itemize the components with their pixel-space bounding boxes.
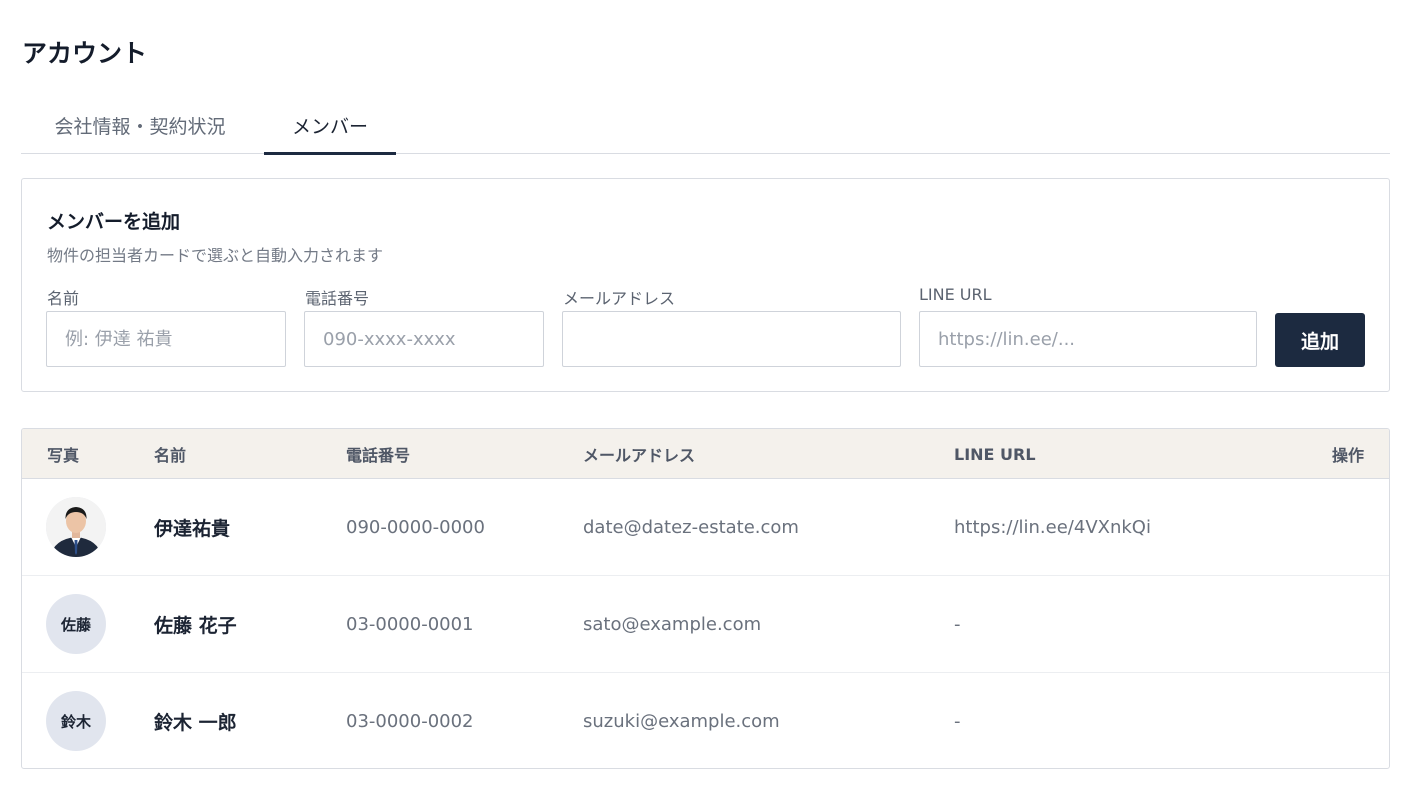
person-photo-icon bbox=[46, 497, 106, 557]
avatar: 鈴木 bbox=[46, 691, 106, 751]
member-email: suzuki@example.com bbox=[583, 711, 780, 732]
line-url-input[interactable] bbox=[919, 311, 1257, 367]
tab-members[interactable]: メンバー bbox=[264, 96, 396, 155]
page-title: アカウント bbox=[22, 39, 148, 68]
member-line-url: - bbox=[954, 614, 961, 635]
tab-bar: 会社情報・契約状況 メンバー bbox=[21, 96, 1390, 155]
table-row: 鈴木 鈴木 一郎 03-0000-0002 suzuki@example.com… bbox=[22, 673, 1389, 768]
member-phone: 03-0000-0001 bbox=[346, 614, 474, 635]
avatar: 佐藤 bbox=[46, 594, 106, 654]
name-field-label: 名前 bbox=[47, 289, 80, 308]
member-line-url[interactable]: https://lin.ee/4VXnkQi bbox=[954, 479, 1151, 576]
members-table: 写真 名前 電話番号 メールアドレス LINE URL 操作 伊達祐貴 090-… bbox=[21, 428, 1390, 769]
member-line-url: - bbox=[954, 711, 961, 732]
email-field-label: メールアドレス bbox=[563, 289, 676, 308]
header-actions: 操作 bbox=[1331, 446, 1364, 465]
member-email: date@datez-estate.com bbox=[583, 517, 799, 538]
header-email: メールアドレス bbox=[583, 446, 696, 465]
phone-field-label: 電話番号 bbox=[305, 289, 370, 308]
table-row: 伊達祐貴 090-0000-0000 date@datez-estate.com… bbox=[22, 479, 1389, 576]
header-phone: 電話番号 bbox=[346, 446, 411, 465]
member-email: sato@example.com bbox=[583, 614, 762, 635]
table-header: 写真 名前 電話番号 メールアドレス LINE URL 操作 bbox=[22, 429, 1389, 479]
add-member-button[interactable]: 追加 bbox=[1275, 313, 1365, 367]
member-phone: 090-0000-0000 bbox=[346, 517, 485, 538]
header-line-url: LINE URL bbox=[954, 444, 1036, 464]
table-row: 佐藤 佐藤 花子 03-0000-0001 sato@example.com - bbox=[22, 576, 1389, 673]
name-input[interactable] bbox=[46, 311, 286, 367]
member-name: 佐藤 花子 bbox=[154, 615, 237, 637]
add-member-card: メンバーを追加 物件の担当者カードで選ぶと自動入力されます 名前 電話番号 メー… bbox=[21, 178, 1390, 392]
line-url-field-label: LINE URL bbox=[919, 285, 992, 304]
avatar bbox=[46, 497, 106, 557]
add-member-title: メンバーを追加 bbox=[47, 211, 181, 233]
phone-input[interactable] bbox=[304, 311, 544, 367]
member-name: 伊達祐貴 bbox=[154, 518, 231, 540]
tab-company-info[interactable]: 会社情報・契約状況 bbox=[21, 96, 259, 154]
email-input[interactable] bbox=[562, 311, 901, 367]
member-phone: 03-0000-0002 bbox=[346, 711, 474, 732]
add-member-subtitle: 物件の担当者カードで選ぶと自動入力されます bbox=[47, 246, 384, 265]
member-name: 鈴木 一郎 bbox=[154, 712, 237, 734]
header-name: 名前 bbox=[154, 446, 187, 465]
header-photo: 写真 bbox=[47, 446, 80, 465]
